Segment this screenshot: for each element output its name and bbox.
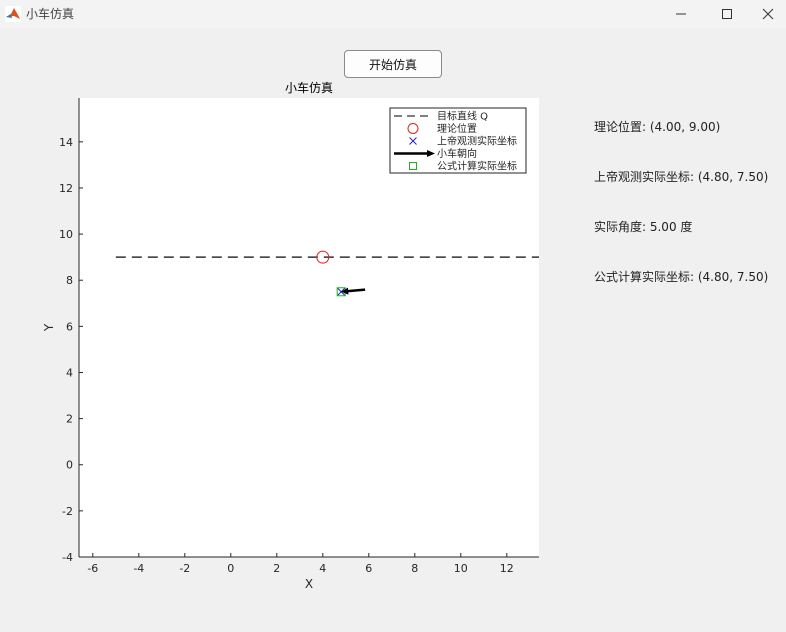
x-tick-label: -6 — [87, 562, 98, 575]
y-tick-label: 4 — [66, 366, 73, 379]
arrow-shaft — [345, 288, 366, 293]
actual-angle-text: 实际角度: 5.00 度 — [594, 220, 693, 234]
y-tick-label: -4 — [62, 551, 73, 564]
y-tick-label: 12 — [59, 182, 73, 195]
y-tick-label: 14 — [59, 136, 73, 149]
x-tick-label: -2 — [179, 562, 190, 575]
x-tick-label: 12 — [500, 562, 514, 575]
formula-position-text: 公式计算实际坐标: (4.80, 7.50) — [594, 270, 769, 284]
legend-entry-label: 小车朝向 — [437, 147, 477, 160]
x-tick-label: 10 — [454, 562, 468, 575]
legend: 目标直线 Q理论位置上帝观测实际坐标小车朝向公式计算实际坐标 — [389, 107, 527, 174]
legend-entry-label: 上帝观测实际坐标 — [437, 135, 517, 148]
x-axis-label: X — [305, 577, 313, 591]
simulation-plot: -6 -4 -2 0 2 4 6 8 10 12 -4 -2 0 2 4 6 8 10 12 14 小车仿真 X Y 目标直线… — [42, 80, 539, 591]
legend-entry-label: 公式计算实际坐标 — [437, 160, 517, 173]
legend-entry-label: 理论位置 — [437, 122, 477, 135]
y-tick-label: 8 — [66, 274, 73, 287]
x-tick-label: 8 — [411, 562, 418, 575]
god-view-position-text: 上帝观测实际坐标: (4.80, 7.50) — [594, 170, 769, 184]
chart-title: 小车仿真 — [285, 80, 333, 95]
y-tick-label: 2 — [66, 413, 73, 426]
x-tick-label: 6 — [365, 562, 372, 575]
y-tick-label: 0 — [66, 459, 73, 472]
y-tick-label: -2 — [62, 505, 73, 518]
theoretical-position-text: 理论位置: (4.00, 9.00) — [594, 120, 721, 134]
x-tick-label: 0 — [227, 562, 234, 575]
x-tick-label: 2 — [273, 562, 280, 575]
y-axis-label: Y — [42, 323, 56, 332]
y-tick-label: 6 — [66, 320, 73, 333]
x-tick-label: 4 — [319, 562, 326, 575]
y-tick-label: 10 — [59, 228, 73, 241]
x-tick-label: -4 — [133, 562, 144, 575]
legend-entry-label: 目标直线 Q — [437, 110, 488, 123]
